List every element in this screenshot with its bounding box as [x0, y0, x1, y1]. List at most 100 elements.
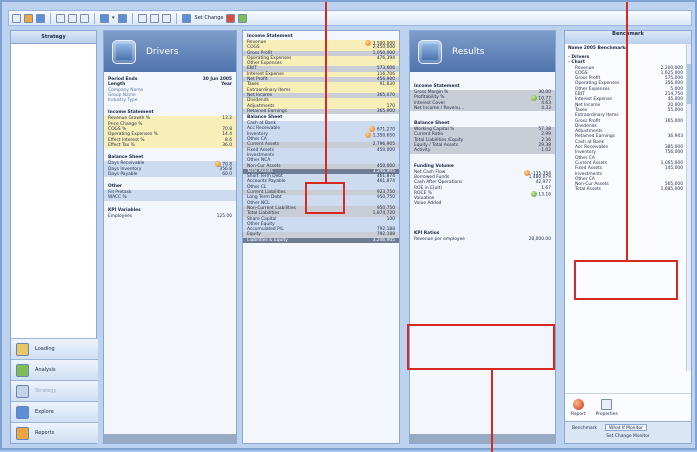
row-value-cell: 450,000: [377, 148, 395, 153]
data-row[interactable]: WACC %: [104, 195, 236, 201]
tree-leaf-value: 365,000: [664, 118, 683, 124]
data-row[interactable]: Days Payable 60.0: [104, 171, 236, 178]
sidebar-item-reports[interactable]: Reports: [11, 422, 98, 443]
row-label: WACC %: [108, 195, 127, 201]
info-row[interactable]: Industry Type: [104, 98, 236, 103]
row-value: 4.63: [541, 100, 551, 106]
row-value: 28,000.00: [528, 236, 551, 242]
tree-leaf-value: 145,000: [664, 166, 683, 172]
set-change-label[interactable]: Set Change: [195, 15, 224, 21]
row-value: 13.16: [538, 192, 551, 198]
row-value: 125.00: [216, 213, 232, 219]
row-value: 1,874,720: [372, 211, 395, 217]
app-window: ▾ Set Change Strategy Loading Analysis Str…: [0, 0, 697, 452]
row-value-cell: 365,900: [377, 109, 395, 114]
row-value-cell: 36.0: [222, 143, 232, 148]
data-row[interactable]: Activity 1.02: [410, 148, 555, 154]
callout-line: [491, 370, 493, 452]
sidebar-item-loading[interactable]: Loading: [11, 338, 98, 359]
drivers-banner: Drivers: [104, 31, 236, 72]
sidebar-item-label: Reports: [35, 430, 55, 436]
benchmark-tab-row: Benchmark What If Monitor: [565, 422, 691, 433]
open-folder-icon[interactable]: [24, 13, 33, 23]
results-balance-list: Working Capital % 57.38 Current Ratio 2.99 T…: [410, 127, 555, 154]
warning-triangle-icon[interactable]: [181, 13, 191, 23]
new-document-icon[interactable]: [12, 13, 21, 23]
toolbar-separator: [94, 12, 95, 24]
row-value: 91,830: [379, 82, 395, 88]
sidebar-nav: Loading Analysis Strategy Explore Reports: [11, 338, 98, 443]
row-value: 365,900: [376, 108, 395, 114]
set-change-icon[interactable]: [226, 13, 236, 23]
row-value: 4.33: [541, 105, 551, 111]
row-value-cell: 100: [387, 217, 395, 222]
row-value-cell: 3,246,905: [373, 238, 395, 243]
results-income-list: Gross Margin % 30.00 Profitability % 10.77…: [410, 90, 555, 112]
drivers-income-list: Revenue Growth % 13.2 Price Change % COGS %…: [104, 116, 236, 149]
toolbar-separator: [131, 12, 133, 24]
data-row[interactable]: Revenue per employee 28,000.00: [410, 237, 555, 242]
tab-benchmark[interactable]: Benchmark: [568, 424, 601, 431]
drivers-gear-icon: [112, 39, 136, 64]
results-book-icon: [418, 39, 442, 64]
reports-icon: [16, 426, 29, 440]
redo-icon[interactable]: [117, 13, 127, 23]
statement-income-list: Revenue 3,500,000 COGS 2,450,000 Gross Prof…: [243, 40, 399, 115]
row-value-cell: 28,000.00: [529, 237, 551, 242]
data-row[interactable]: Effect Tax % 36.0: [104, 142, 236, 149]
properties-button[interactable]: Properties: [596, 398, 618, 417]
row-value: 450,000: [376, 163, 395, 169]
sidebar-item-strategy[interactable]: Strategy: [11, 380, 98, 401]
row-value: 792,188: [376, 232, 395, 238]
drivers-info-list: Period Ends 30 Jun 2005 Length Year Company …: [104, 77, 236, 103]
row-value: 2.99: [541, 132, 551, 138]
tree-leaf-value: 756,000: [664, 150, 683, 156]
cut-icon[interactable]: [68, 13, 77, 23]
callout-box: [305, 182, 345, 214]
report-button[interactable]: Report: [571, 398, 586, 417]
drivers-kpi-list: Employees 125.00: [104, 214, 236, 219]
row-label: Activity: [414, 148, 431, 154]
save-icon[interactable]: [36, 13, 45, 23]
explore-icon: [16, 405, 29, 419]
info-label: Industry Type: [108, 98, 138, 104]
sidebar-item-explore[interactable]: Explore: [11, 401, 98, 422]
table-icon[interactable]: [149, 13, 159, 23]
drivers-balance-list: Days Receivable 70.8 Days Inventory 356.8 D…: [104, 161, 236, 178]
tree-leaf[interactable]: Total Assets 1,685,000: [568, 187, 691, 192]
refresh-icon[interactable]: [238, 13, 248, 23]
sidebar-item-analysis[interactable]: Analysis: [11, 359, 98, 380]
benchmark-title: Benchmark: [565, 31, 691, 44]
benchmark-actions: Report Properties: [565, 393, 691, 421]
row-value-cell: 1,350,650: [365, 131, 395, 138]
data-row[interactable]: Retained Earnings 365,900: [243, 108, 399, 115]
tab-what-if-monitor[interactable]: What If Monitor: [605, 424, 647, 431]
row-value: 2,796,905: [372, 142, 395, 148]
grid-icon[interactable]: [137, 13, 147, 23]
data-row[interactable]: Net Income / Revenu... 4.33: [410, 105, 555, 112]
data-row[interactable]: Liabilities & Equity 3,246,905: [243, 237, 399, 243]
row-value: 476,394: [376, 55, 395, 61]
ok-indicator-icon: [531, 190, 538, 197]
benchmark-scrollbar[interactable]: [686, 44, 691, 371]
undo-dropdown-chevron-icon[interactable]: ▾: [112, 15, 115, 21]
strategy-icon: [16, 384, 29, 398]
folder-icon: [16, 342, 29, 356]
copy-icon[interactable]: [80, 13, 89, 23]
scrollbar-thumb[interactable]: [687, 64, 691, 104]
undo-icon[interactable]: [100, 13, 109, 23]
callout-line: [325, 2, 327, 182]
print-icon[interactable]: [56, 13, 65, 23]
window-icon[interactable]: [161, 13, 171, 23]
row-value: 1,050,000: [372, 50, 395, 56]
set-change-monitor-label[interactable]: Set Change Monitor: [565, 433, 691, 440]
data-row[interactable]: Value Added: [410, 201, 555, 206]
data-row[interactable]: Employees 125.00: [104, 214, 236, 219]
toolbar: ▾ Set Change: [8, 10, 692, 26]
tree-leaf-value: 55,000: [667, 107, 683, 113]
row-value-cell: 461,874: [377, 179, 395, 184]
row-label: Retained Earnings: [247, 108, 287, 114]
info-value: Year: [221, 82, 232, 88]
row-label: Days Payable: [108, 171, 138, 177]
row-value-cell: 950,750: [377, 195, 395, 200]
